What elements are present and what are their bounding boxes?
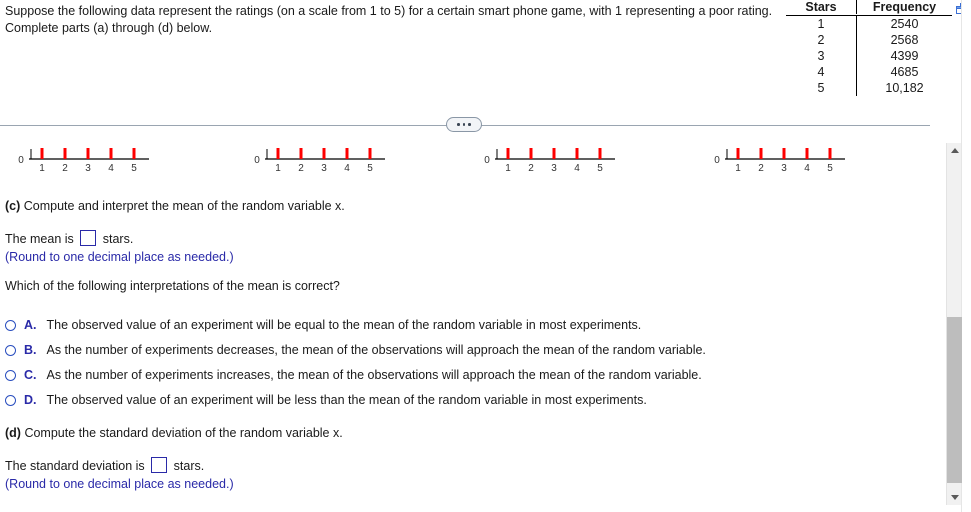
svg-text:4: 4 — [804, 163, 810, 174]
svg-text:2: 2 — [62, 163, 68, 174]
cell-frequency: 4685 — [856, 64, 952, 80]
svg-text:2: 2 — [298, 163, 304, 174]
scrollbar-thumb[interactable] — [947, 316, 962, 484]
svg-text:1: 1 — [275, 163, 281, 174]
option-text-d: The observed value of an experiment will… — [46, 393, 647, 407]
radio-button-b[interactable] — [5, 345, 16, 356]
graph-choice-c[interactable]: 0 1 2 3 4 5 — [480, 140, 640, 182]
table-row: 2 2568 — [786, 32, 952, 48]
option-letter-d: D. — [24, 393, 37, 407]
svg-text:5: 5 — [131, 163, 137, 174]
part-d-label: (d) — [5, 426, 21, 440]
mc-question: Which of the following interpretations o… — [5, 279, 340, 293]
radio-button-d[interactable] — [5, 395, 16, 406]
svg-text:2: 2 — [758, 163, 764, 174]
svg-text:5: 5 — [827, 163, 833, 174]
graph-choice-d[interactable]: 0 1 2 3 4 5 — [710, 140, 870, 182]
table-row: 5 10,182 — [786, 80, 952, 96]
svg-text:0: 0 — [484, 155, 490, 166]
part-c-label: (c) — [5, 199, 21, 213]
scroll-up-arrow-icon[interactable] — [947, 143, 962, 158]
svg-text:5: 5 — [367, 163, 373, 174]
svg-text:3: 3 — [85, 163, 91, 174]
triangle-up-glyph — [950, 148, 959, 153]
mc-option-d[interactable]: D. The observed value of an experiment w… — [5, 393, 647, 407]
svg-text:1: 1 — [735, 163, 741, 174]
part-d-prompt-text: Compute the standard deviation of the ra… — [24, 426, 343, 440]
mc-option-c[interactable]: C. As the number of experiments increase… — [5, 368, 702, 382]
radio-button-c[interactable] — [5, 370, 16, 381]
sd-rounding-note: (Round to one decimal place as needed.) — [5, 477, 234, 491]
cell-stars: 3 — [817, 49, 825, 63]
graph-choice-b[interactable]: 0 1 2 3 4 5 — [250, 140, 410, 182]
ellipsis-dot — [457, 123, 460, 126]
svg-text:1: 1 — [39, 163, 45, 174]
part-d-prompt: (d) Compute the standard deviation of th… — [5, 426, 343, 440]
ellipsis-dot — [462, 123, 466, 126]
question-statement: Suppose the following data represent the… — [5, 4, 773, 35]
table-row: 4 4685 — [786, 64, 952, 80]
graph-choice-a[interactable]: 0 1 2 3 4 5 — [14, 140, 174, 182]
option-letter-b: B. — [24, 343, 37, 357]
cell-stars: 5 — [817, 81, 825, 95]
expand-section-button[interactable] — [446, 117, 482, 132]
cell-stars: 2 — [817, 33, 825, 47]
cell-frequency: 10,182 — [856, 80, 952, 96]
ellipsis-dot — [468, 123, 471, 126]
triangle-down-glyph — [950, 495, 959, 500]
column-header-frequency-label: Frequency — [872, 0, 937, 14]
option-text-b: As the number of experiments decreases, … — [46, 343, 706, 357]
svg-text:5: 5 — [597, 163, 603, 174]
column-header-frequency: Frequency — [856, 0, 970, 14]
cell-frequency: 2540 — [856, 16, 952, 32]
collapsed-section-divider — [0, 117, 930, 135]
svg-text:4: 4 — [108, 163, 114, 174]
svg-text:3: 3 — [321, 163, 327, 174]
svg-text:3: 3 — [781, 163, 787, 174]
cell-stars: 4 — [817, 65, 825, 79]
frequency-table-header: Stars Frequency — [786, 0, 970, 15]
mean-suffix-label: stars. — [102, 232, 134, 246]
right-page-edge — [961, 0, 971, 512]
sd-prefix-label: The standard deviation is — [5, 459, 145, 473]
scroll-down-arrow-icon[interactable] — [947, 490, 962, 505]
option-letter-c: C. — [24, 368, 37, 382]
option-letter-a: A. — [24, 318, 37, 332]
cell-frequency: 2568 — [856, 32, 952, 48]
cell-frequency: 4399 — [856, 48, 952, 64]
mc-option-b[interactable]: B. As the number of experiments decrease… — [5, 343, 706, 357]
option-text-a: The observed value of an experiment will… — [46, 318, 642, 332]
svg-text:0: 0 — [18, 155, 24, 166]
option-text-c: As the number of experiments increases, … — [46, 368, 702, 382]
frequency-table-body: 1 2540 2 2568 3 4399 4 4685 5 10,182 — [786, 16, 952, 96]
sd-input-field[interactable] — [151, 457, 168, 473]
sd-suffix-label: stars. — [173, 459, 205, 473]
column-header-stars: Stars — [805, 0, 837, 14]
svg-text:2: 2 — [528, 163, 534, 174]
svg-text:4: 4 — [344, 163, 350, 174]
mean-input-field[interactable] — [80, 230, 97, 246]
radio-button-a[interactable] — [5, 320, 16, 331]
sd-answer-line: The standard deviation is stars. — [5, 457, 204, 473]
table-row: 1 2540 — [786, 16, 952, 32]
svg-text:0: 0 — [254, 155, 260, 166]
svg-text:3: 3 — [551, 163, 557, 174]
part-c-prompt: (c) Compute and interpret the mean of th… — [5, 199, 345, 213]
table-row: 3 4399 — [786, 48, 952, 64]
vertical-scrollbar[interactable] — [946, 143, 962, 505]
mc-option-a[interactable]: A. The observed value of an experiment w… — [5, 318, 641, 332]
part-c-prompt-text: Compute and interpret the mean of the ra… — [23, 199, 345, 213]
frequency-table: Stars Frequency 1 2540 2 2568 3 4399 4 4… — [786, 0, 970, 96]
cell-stars: 1 — [817, 17, 825, 31]
graph-choice-row: 0 1 2 3 4 5 0 1 2 3 4 5 0 1 2 3 4 5 0 1 … — [0, 140, 930, 182]
svg-text:4: 4 — [574, 163, 580, 174]
mean-answer-line: The mean is stars. — [5, 230, 133, 246]
mean-prefix-label: The mean is — [5, 232, 74, 246]
exercise-page: Suppose the following data represent the… — [0, 0, 971, 512]
mean-rounding-note: (Round to one decimal place as needed.) — [5, 250, 234, 264]
svg-text:0: 0 — [714, 155, 720, 166]
svg-text:1: 1 — [505, 163, 511, 174]
